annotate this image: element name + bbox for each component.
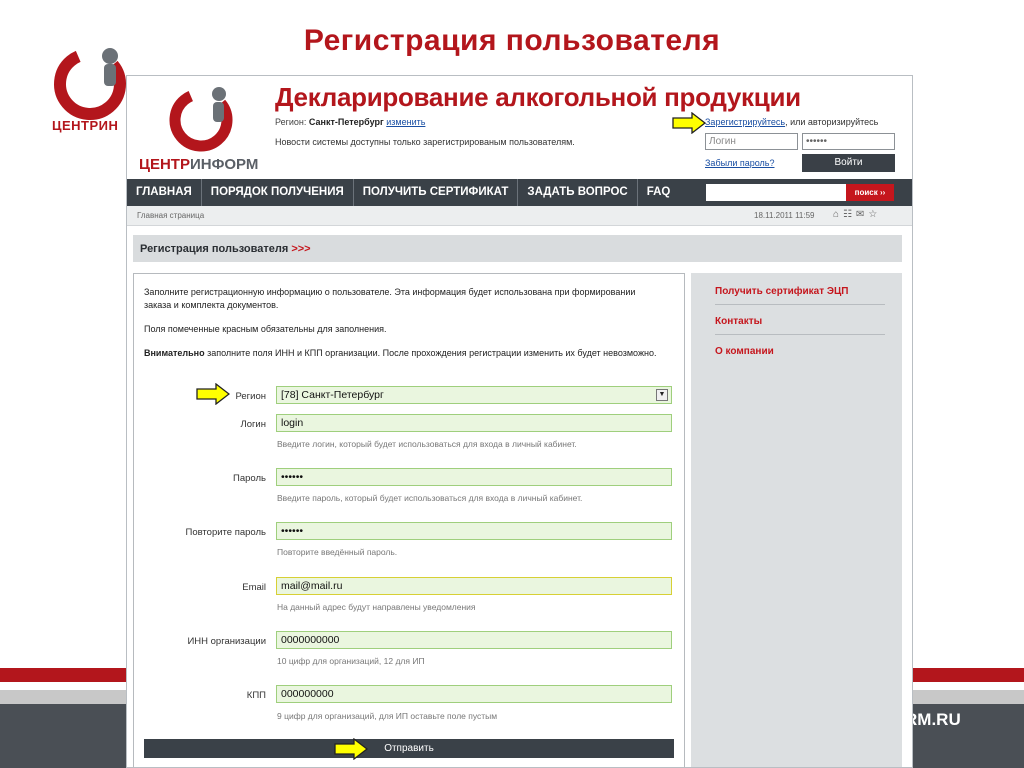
chevron-down-icon[interactable]: ▼: [656, 389, 668, 401]
site-header: ЦЕНТРИНФОРМ Декларирование алкогольной п…: [127, 76, 912, 179]
password-repeat-hint: Повторите введённый пароль.: [277, 547, 398, 557]
header-password-input[interactable]: ••••••: [802, 133, 895, 150]
mail-icon[interactable]: ✉: [856, 209, 868, 220]
header-login-input[interactable]: Логин: [705, 133, 798, 150]
password-repeat-input[interactable]: ••••••: [276, 522, 672, 540]
sidebar: Получить сертификат ЭЦП Контакты О компа…: [691, 273, 902, 767]
login-input[interactable]: login: [276, 414, 672, 432]
slide-logo-text: ЦЕНТРИН: [52, 118, 119, 133]
section-header: Регистрация пользователя >>>: [133, 235, 902, 262]
form-warning: Внимательно заполните поля ИНН и КПП орг…: [144, 347, 664, 360]
password-repeat-label: Повторите пароль: [185, 527, 266, 538]
auth-line: Зарегистрируйтесь, или авторизируйтесь: [705, 117, 878, 127]
site-logo-icon[interactable]: [167, 82, 239, 154]
logo-text-sub: ИНФОРМ: [189, 156, 259, 173]
region-label: Регион:: [275, 117, 307, 127]
sidebar-item-certificate[interactable]: Получить сертификат ЭЦП: [715, 286, 885, 305]
login-hint: Введите логин, который будет использоват…: [277, 439, 577, 449]
breadcrumb-bar: Главная страница 18.11.2011 11:59 ⌂☷✉☆: [127, 206, 912, 226]
sitemap-icon[interactable]: ☷: [843, 209, 856, 220]
pointer-arrow-icon: [196, 383, 230, 405]
email-field-label: Email: [242, 582, 266, 593]
region-change-link[interactable]: изменить: [386, 117, 425, 127]
password-hint: Введите пароль, который будет использова…: [277, 493, 583, 503]
form-warning-bold: Внимательно: [144, 348, 205, 358]
email-input[interactable]: mail@mail.ru: [276, 577, 672, 595]
region-line: Регион: Санкт-Петербург изменить: [275, 117, 425, 127]
star-icon[interactable]: ☆: [868, 209, 881, 220]
nav-item-home[interactable]: ГЛАВНАЯ: [127, 179, 202, 206]
form-warning-text: заполните поля ИНН и КПП организации. По…: [204, 348, 657, 358]
kpp-hint: 9 цифр для организаций, для ИП оставьте …: [277, 711, 498, 721]
section-title-text: Регистрация пользователя: [140, 243, 289, 255]
slide-title: Регистрация пользователя: [303, 24, 721, 57]
form-required-note: Поля помеченные красным обязательны для …: [144, 324, 387, 334]
submit-button[interactable]: Отправить: [144, 739, 674, 758]
inn-hint: 10 цифр для организаций, 12 для ИП: [277, 656, 425, 666]
nav-item-faq[interactable]: FAQ: [638, 179, 680, 206]
kpp-input[interactable]: 000000000: [276, 685, 672, 703]
breadcrumb[interactable]: Главная страница: [137, 211, 204, 220]
email-hint: На данный адрес будут направлены уведомл…: [277, 602, 476, 612]
region-select-value: [78] Санкт-Петербург: [281, 389, 384, 401]
centrinform-logo-icon: [54, 48, 126, 120]
kpp-field-label: КПП: [246, 690, 266, 701]
forgot-password-link[interactable]: Забыли пароль?: [705, 158, 774, 168]
site-title: Декларирование алкогольной продукции: [275, 82, 801, 112]
auth-text: , или авторизируйтесь: [785, 117, 879, 127]
region-value: Санкт-Петербург: [308, 117, 384, 127]
slide-footer-url: RM.RU: [905, 710, 961, 729]
inn-input[interactable]: 0000000000: [276, 631, 672, 649]
section-title: Регистрация пользователя >>>: [140, 243, 311, 255]
section-title-marker: >>>: [291, 243, 311, 255]
region-select[interactable]: [78] Санкт-Петербург ▼: [276, 386, 672, 404]
nav-item-ask[interactable]: ЗАДАТЬ ВОПРОС: [518, 179, 638, 206]
sidebar-item-contacts[interactable]: Контакты: [715, 316, 885, 335]
nav-item-procedure[interactable]: ПОРЯДОК ПОЛУЧЕНИЯ: [202, 179, 354, 206]
password-input[interactable]: ••••••: [276, 468, 672, 486]
home-icon[interactable]: ⌂: [833, 209, 843, 220]
region-field-label: Регион: [235, 391, 266, 402]
password-field-label: Пароль: [233, 473, 266, 484]
login-button[interactable]: Войти: [802, 154, 895, 172]
pointer-arrow-icon: [334, 738, 368, 760]
toolbar-icons: ⌂☷✉☆: [833, 209, 881, 220]
search-button[interactable]: поиск ››: [846, 184, 894, 201]
site-logo-text: ЦЕНТРИНФОРМ: [139, 156, 258, 173]
search-input[interactable]: [706, 184, 846, 201]
register-link[interactable]: Зарегистрируйтесь: [705, 117, 785, 127]
nav-item-certificate[interactable]: ПОЛУЧИТЬ СЕРТИФИКАТ: [354, 179, 519, 206]
registration-form: Заполните регистрационную информацию о п…: [133, 273, 685, 767]
browser-screenshot: ЦЕНТРИНФОРМ Декларирование алкогольной п…: [126, 75, 913, 768]
inn-field-label: ИНН организации: [187, 636, 266, 647]
form-intro: Заполните регистрационную информацию о п…: [144, 287, 636, 310]
logo-text-main: ЦЕНТР: [139, 156, 190, 173]
current-datetime: 18.11.2011 11:59: [754, 211, 815, 220]
login-field-label: Логин: [240, 419, 266, 430]
sidebar-item-about[interactable]: О компании: [715, 346, 885, 364]
news-notice: Новости системы доступны только зарегист…: [275, 137, 575, 147]
pointer-arrow-icon: [672, 112, 706, 134]
